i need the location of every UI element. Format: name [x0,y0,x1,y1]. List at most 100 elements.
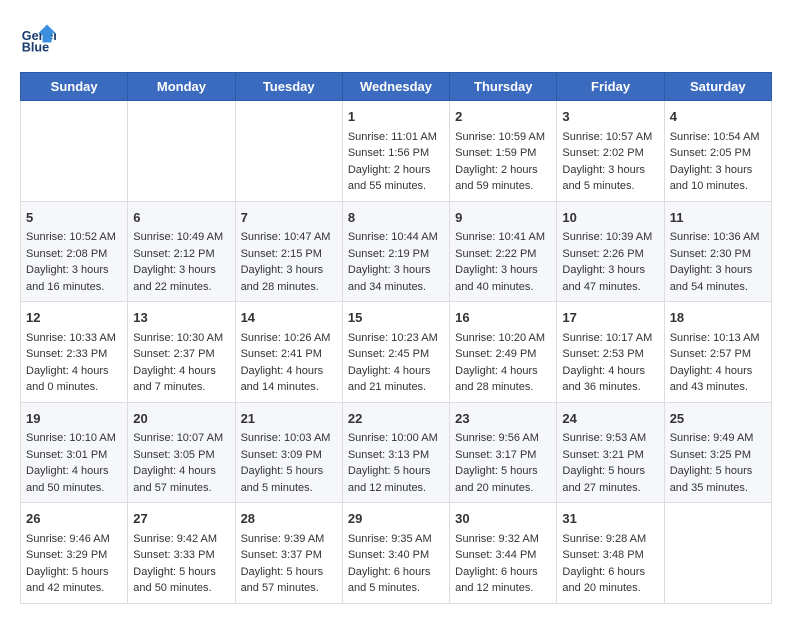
calendar-cell: 10Sunrise: 10:39 AMSunset: 2:26 PMDaylig… [557,201,664,302]
cell-content-line: Daylight: 2 hours [348,162,444,179]
calendar-cell: 27Sunrise: 9:42 AMSunset: 3:33 PMDayligh… [128,503,235,604]
cell-content-line: Sunset: 2:30 PM [670,246,766,263]
cell-content-line: and 5 minutes. [562,178,658,195]
day-number: 25 [670,409,766,429]
day-number: 11 [670,208,766,228]
weekday-header-saturday: Saturday [664,73,771,101]
cell-content-line: Daylight: 3 hours [455,262,551,279]
calendar-cell: 21Sunrise: 10:03 AMSunset: 3:09 PMDaylig… [235,402,342,503]
weekday-header-tuesday: Tuesday [235,73,342,101]
cell-content-line: Sunset: 3:13 PM [348,447,444,464]
calendar-week-2: 5Sunrise: 10:52 AMSunset: 2:08 PM Dayligh… [21,201,772,302]
cell-content-line: Sunset: 2:41 PM [241,346,337,363]
calendar-cell: 3Sunrise: 10:57 AMSunset: 2:02 PMDayligh… [557,101,664,202]
cell-content-line: and 43 minutes. [670,379,766,396]
cell-content-line: Daylight: 5 hours [348,463,444,480]
cell-content-line: Sunrise: 9:46 AM [26,531,122,548]
day-number: 17 [562,308,658,328]
cell-content-line: Daylight: 4 hours [670,363,766,380]
day-number: 31 [562,509,658,529]
cell-content-line: Sunrise: 10:00 AM [348,430,444,447]
cell-content-line: Daylight: 3 hours [241,262,337,279]
cell-content-line: and 50 minutes. [26,480,122,497]
day-number: 9 [455,208,551,228]
cell-content-line: Sunrise: 10:59 AM [455,129,551,146]
cell-content-line: and 0 minutes. [26,379,122,396]
calendar-cell: 13Sunrise: 10:30 AMSunset: 2:37 PMDaylig… [128,302,235,403]
cell-content-line: Sunrise: 10:23 AM [348,330,444,347]
day-number: 26 [26,509,122,529]
day-number: 24 [562,409,658,429]
calendar-cell: 30Sunrise: 9:32 AMSunset: 3:44 PMDayligh… [450,503,557,604]
cell-content-line: Daylight: 4 hours [562,363,658,380]
cell-content-line: Daylight: 4 hours [26,363,122,380]
cell-content-line: Sunset: 3:48 PM [562,547,658,564]
calendar-cell: 1Sunrise: 11:01 AMSunset: 1:56 PMDayligh… [342,101,449,202]
cell-content-line: Sunset: 1:56 PM [348,145,444,162]
day-number: 20 [133,409,229,429]
cell-content-line: Sunrise: 10:13 AM [670,330,766,347]
cell-content-line: Sunset: 2:05 PM [670,145,766,162]
day-number: 18 [670,308,766,328]
day-number: 4 [670,107,766,127]
cell-content-line: and 20 minutes. [455,480,551,497]
cell-content-line: Sunrise: 9:28 AM [562,531,658,548]
calendar-cell: 16Sunrise: 10:20 AMSunset: 2:49 PMDaylig… [450,302,557,403]
cell-content-line: Sunrise: 10:26 AM [241,330,337,347]
cell-content-line: and 35 minutes. [670,480,766,497]
cell-content-line: Sunrise: 10:47 AM [241,229,337,246]
cell-content-line: Daylight: 3 hours [670,162,766,179]
cell-content-line: Daylight: 5 hours [670,463,766,480]
cell-content-line: Sunset: 3:17 PM [455,447,551,464]
cell-content-line: and 54 minutes. [670,279,766,296]
cell-content-line: Sunrise: 10:33 AM [26,330,122,347]
cell-content-line: Sunrise: 10:41 AM [455,229,551,246]
calendar-cell: 9Sunrise: 10:41 AMSunset: 2:22 PMDayligh… [450,201,557,302]
cell-content-line: Sunrise: 10:49 AM [133,229,229,246]
cell-content-line: and 57 minutes. [241,580,337,597]
cell-content-line: Daylight: 6 hours [455,564,551,581]
cell-content-line: and 50 minutes. [133,580,229,597]
cell-content-line: Sunrise: 10:20 AM [455,330,551,347]
calendar-week-1: 1Sunrise: 11:01 AMSunset: 1:56 PMDayligh… [21,101,772,202]
day-number: 16 [455,308,551,328]
calendar-cell: 22Sunrise: 10:00 AMSunset: 3:13 PMDaylig… [342,402,449,503]
calendar-cell: 8Sunrise: 10:44 AMSunset: 2:19 PMDayligh… [342,201,449,302]
cell-content-line: Daylight: 4 hours [133,363,229,380]
cell-content-line: Sunset: 2:02 PM [562,145,658,162]
cell-content-line: Daylight: 3 hours [670,262,766,279]
day-number: 1 [348,107,444,127]
calendar-cell: 31Sunrise: 9:28 AMSunset: 3:48 PMDayligh… [557,503,664,604]
cell-content-line: and 12 minutes. [348,480,444,497]
calendar-cell [235,101,342,202]
cell-content-line: Daylight: 5 hours [241,564,337,581]
cell-content-line: Sunrise: 9:53 AM [562,430,658,447]
cell-content-line: Sunset: 2:45 PM [348,346,444,363]
calendar-table: SundayMondayTuesdayWednesdayThursdayFrid… [20,72,772,604]
cell-content-line: and 7 minutes. [133,379,229,396]
cell-content-line: and 40 minutes. [455,279,551,296]
cell-content-line: Sunset: 2:08 PM [26,246,122,263]
cell-content-line: and 5 minutes. [348,580,444,597]
cell-content-line: Sunrise: 9:42 AM [133,531,229,548]
svg-text:Blue: Blue [22,41,49,55]
cell-content-line: and 55 minutes. [348,178,444,195]
cell-content-line: Sunset: 3:40 PM [348,547,444,564]
cell-content-line: and 5 minutes. [241,480,337,497]
day-number: 29 [348,509,444,529]
cell-content-line: and 22 minutes. [133,279,229,296]
cell-content-line: and 21 minutes. [348,379,444,396]
cell-content-line: Daylight: 3 hours [133,262,229,279]
cell-content-line: and 14 minutes. [241,379,337,396]
cell-content-line: Sunrise: 10:52 AM [26,229,122,246]
cell-content-line: Sunset: 2:49 PM [455,346,551,363]
calendar-cell: 7Sunrise: 10:47 AMSunset: 2:15 PMDayligh… [235,201,342,302]
calendar-cell [21,101,128,202]
day-number: 5 [26,208,122,228]
cell-content-line: and 12 minutes. [455,580,551,597]
cell-content-line: and 42 minutes. [26,580,122,597]
cell-content-line: Sunrise: 10:07 AM [133,430,229,447]
calendar-cell: 29Sunrise: 9:35 AMSunset: 3:40 PMDayligh… [342,503,449,604]
cell-content-line: Daylight: 5 hours [133,564,229,581]
cell-content-line: and 27 minutes. [562,480,658,497]
